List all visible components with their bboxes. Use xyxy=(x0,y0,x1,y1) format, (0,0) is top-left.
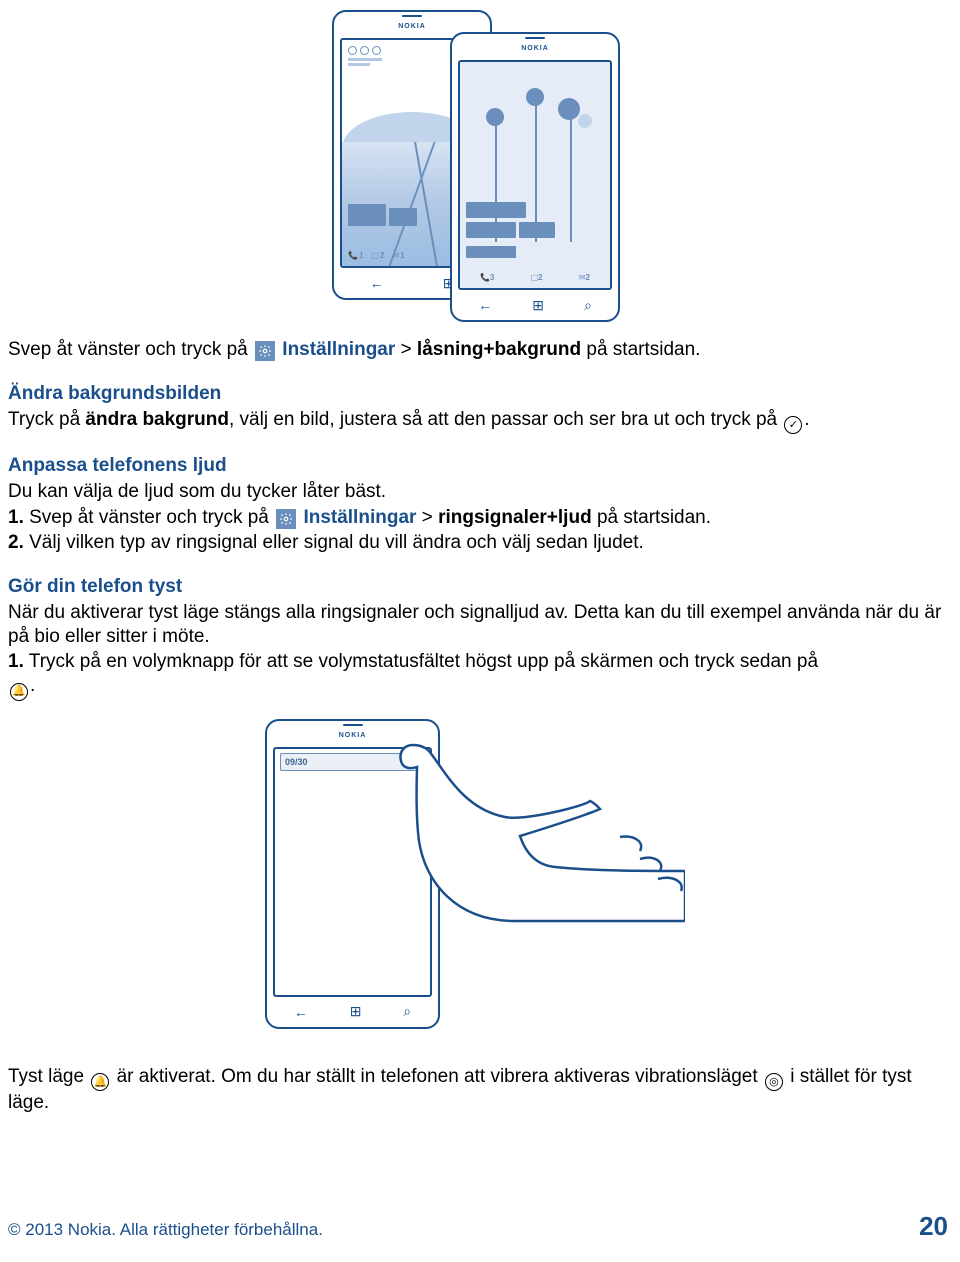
para-swipe-settings: Svep åt vänster och tryck på Inställning… xyxy=(8,338,952,362)
nav-back-icon: ← xyxy=(478,297,492,313)
nav-back-icon: ← xyxy=(294,1004,308,1020)
page-number: 20 xyxy=(919,1211,948,1242)
check-icon: ✓ xyxy=(784,416,802,434)
heading-silent-mode: Gör din telefon tyst xyxy=(8,575,952,599)
phone-mockup-right: NOKIA 📞3 xyxy=(450,32,620,322)
nav-back-icon: ← xyxy=(370,275,384,291)
bell-icon: 🔔 xyxy=(10,683,28,701)
nav-windows-icon: ⊞ xyxy=(350,1003,362,1020)
heading-change-wallpaper: Ändra bakgrundsbilden xyxy=(8,382,952,406)
gear-icon xyxy=(255,341,275,361)
para-change-wallpaper: Tryck på ändra bakgrund, välj en bild, j… xyxy=(8,408,952,435)
bell-silent-icon: 🔔 xyxy=(91,1073,109,1091)
vibrate-icon: ◎ xyxy=(765,1073,783,1091)
step-1-silent: 1. Tryck på en volymknapp för att se vol… xyxy=(8,650,952,700)
phone-brand-label: NOKIA xyxy=(334,23,490,30)
nav-windows-icon: ⊞ xyxy=(532,297,544,314)
nav-search-icon: ⌕ xyxy=(584,297,592,314)
footer-copyright: © 2013 Nokia. Alla rättigheter förbehåll… xyxy=(8,1220,323,1240)
heading-adjust-sounds: Anpassa telefonens ljud xyxy=(8,454,952,478)
phone-brand-label: NOKIA xyxy=(267,732,438,739)
para-silent-activated: Tyst läge 🔔 är aktiverat. Om du har stäl… xyxy=(8,1065,952,1115)
illustration-two-phones: NOKIA xyxy=(8,10,952,320)
nav-search-icon: ⌕ xyxy=(403,1003,411,1020)
illustration-phone-hand: NOKIA 09/30 ← ⊞ ⌕ xyxy=(8,719,952,1039)
phone-brand-label: NOKIA xyxy=(452,45,618,52)
step-1-sounds: 1. Svep åt vänster och tryck på Inställn… xyxy=(8,506,952,530)
para-adjust-sounds-intro: Du kan välja de ljud som du tycker låter… xyxy=(8,480,952,504)
volume-level-text: 09/30 xyxy=(285,757,308,767)
step-2-sounds: 2. Välj vilken typ av ringsignal eller s… xyxy=(8,531,952,555)
para-silent-intro: När du aktiverar tyst läge stängs alla r… xyxy=(8,601,952,649)
volume-status-panel: 09/30 xyxy=(280,753,425,771)
gear-icon xyxy=(276,509,296,529)
phone-mockup-volume: NOKIA 09/30 ← ⊞ ⌕ xyxy=(265,719,440,1029)
ring-mode-icon xyxy=(410,757,420,767)
